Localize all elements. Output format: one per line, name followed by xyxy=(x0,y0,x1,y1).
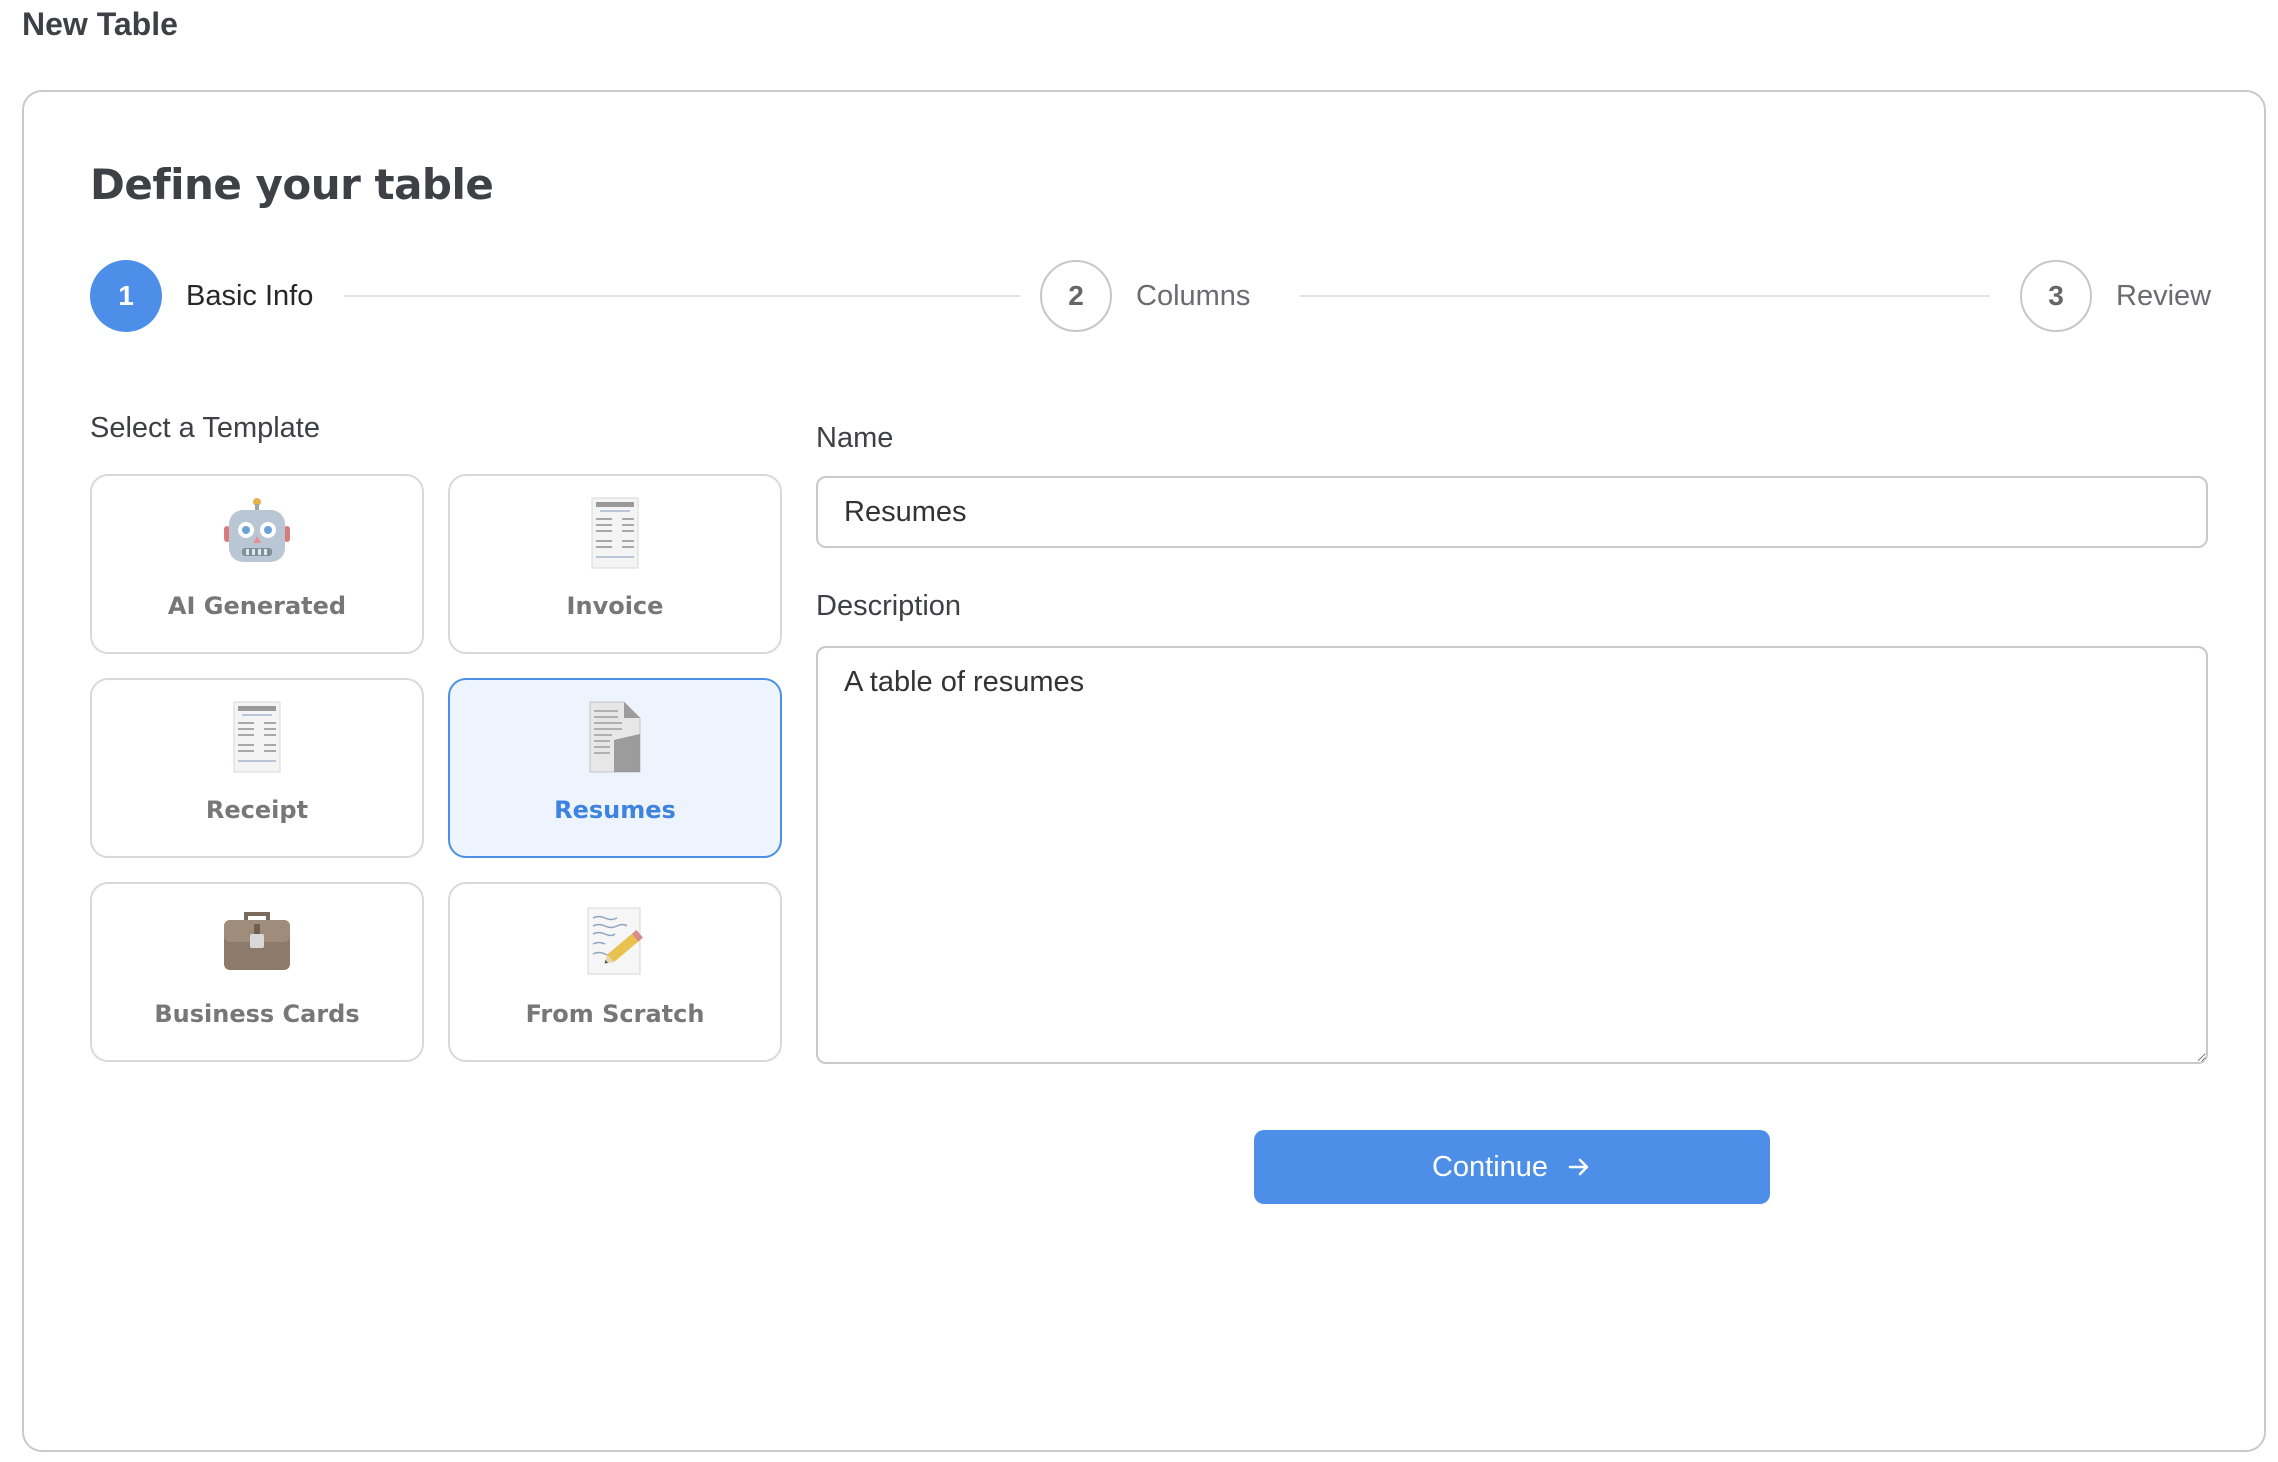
step-label: Basic Info xyxy=(186,279,314,312)
stepper: 1 Basic Info 2 Columns 3 Review xyxy=(90,260,2220,332)
step-number: 3 xyxy=(2020,260,2092,332)
template-label: Business Cards xyxy=(154,1000,360,1028)
receipt-icon xyxy=(233,701,281,773)
template-label: Receipt xyxy=(205,796,309,824)
step-line-2 xyxy=(1300,295,1990,297)
continue-label: Continue xyxy=(1431,1150,1549,1183)
template-resumes[interactable]: Resumes xyxy=(448,678,782,858)
continue-button[interactable]: Continue xyxy=(1254,1130,1770,1204)
template-label: From Scratch xyxy=(525,1000,705,1028)
step-label: Review xyxy=(2116,279,2212,312)
template-section-label: Select a Template xyxy=(90,412,320,444)
arrow-right-icon xyxy=(1568,1158,1589,1176)
invoice-icon xyxy=(591,497,639,569)
name-label: Name xyxy=(816,422,894,454)
template-business-cards[interactable]: Business Cards xyxy=(90,882,424,1062)
name-input[interactable] xyxy=(816,476,2208,548)
step-review[interactable]: 3 Review xyxy=(2020,260,2211,332)
pencil-paper-icon xyxy=(587,907,643,975)
robot-icon xyxy=(224,498,290,562)
step-label: Columns xyxy=(1136,279,1251,312)
document-icon xyxy=(589,701,641,773)
template-label: Resumes xyxy=(554,796,676,824)
description-textarea[interactable]: A table of resumes xyxy=(816,646,2208,1064)
define-table-card: Define your table 1 Basic Info 2 Columns… xyxy=(22,90,2266,1452)
template-label: Invoice xyxy=(566,592,664,620)
step-columns[interactable]: 2 Columns xyxy=(1040,260,1250,332)
briefcase-icon xyxy=(224,912,290,970)
template-ai-generated[interactable]: AI Generated xyxy=(90,474,424,654)
step-number: 1 xyxy=(90,260,162,332)
step-number: 2 xyxy=(1040,260,1112,332)
step-basic-info[interactable]: 1 Basic Info xyxy=(90,260,313,332)
template-receipt[interactable]: Receipt xyxy=(90,678,424,858)
step-line-1 xyxy=(344,295,1020,297)
card-heading: Define your table xyxy=(90,160,494,209)
template-label: AI Generated xyxy=(167,592,347,620)
description-label: Description xyxy=(816,590,962,622)
template-from-scratch[interactable]: From Scratch xyxy=(448,882,782,1062)
page-title: New Table xyxy=(22,6,178,42)
template-invoice[interactable]: Invoice xyxy=(448,474,782,654)
